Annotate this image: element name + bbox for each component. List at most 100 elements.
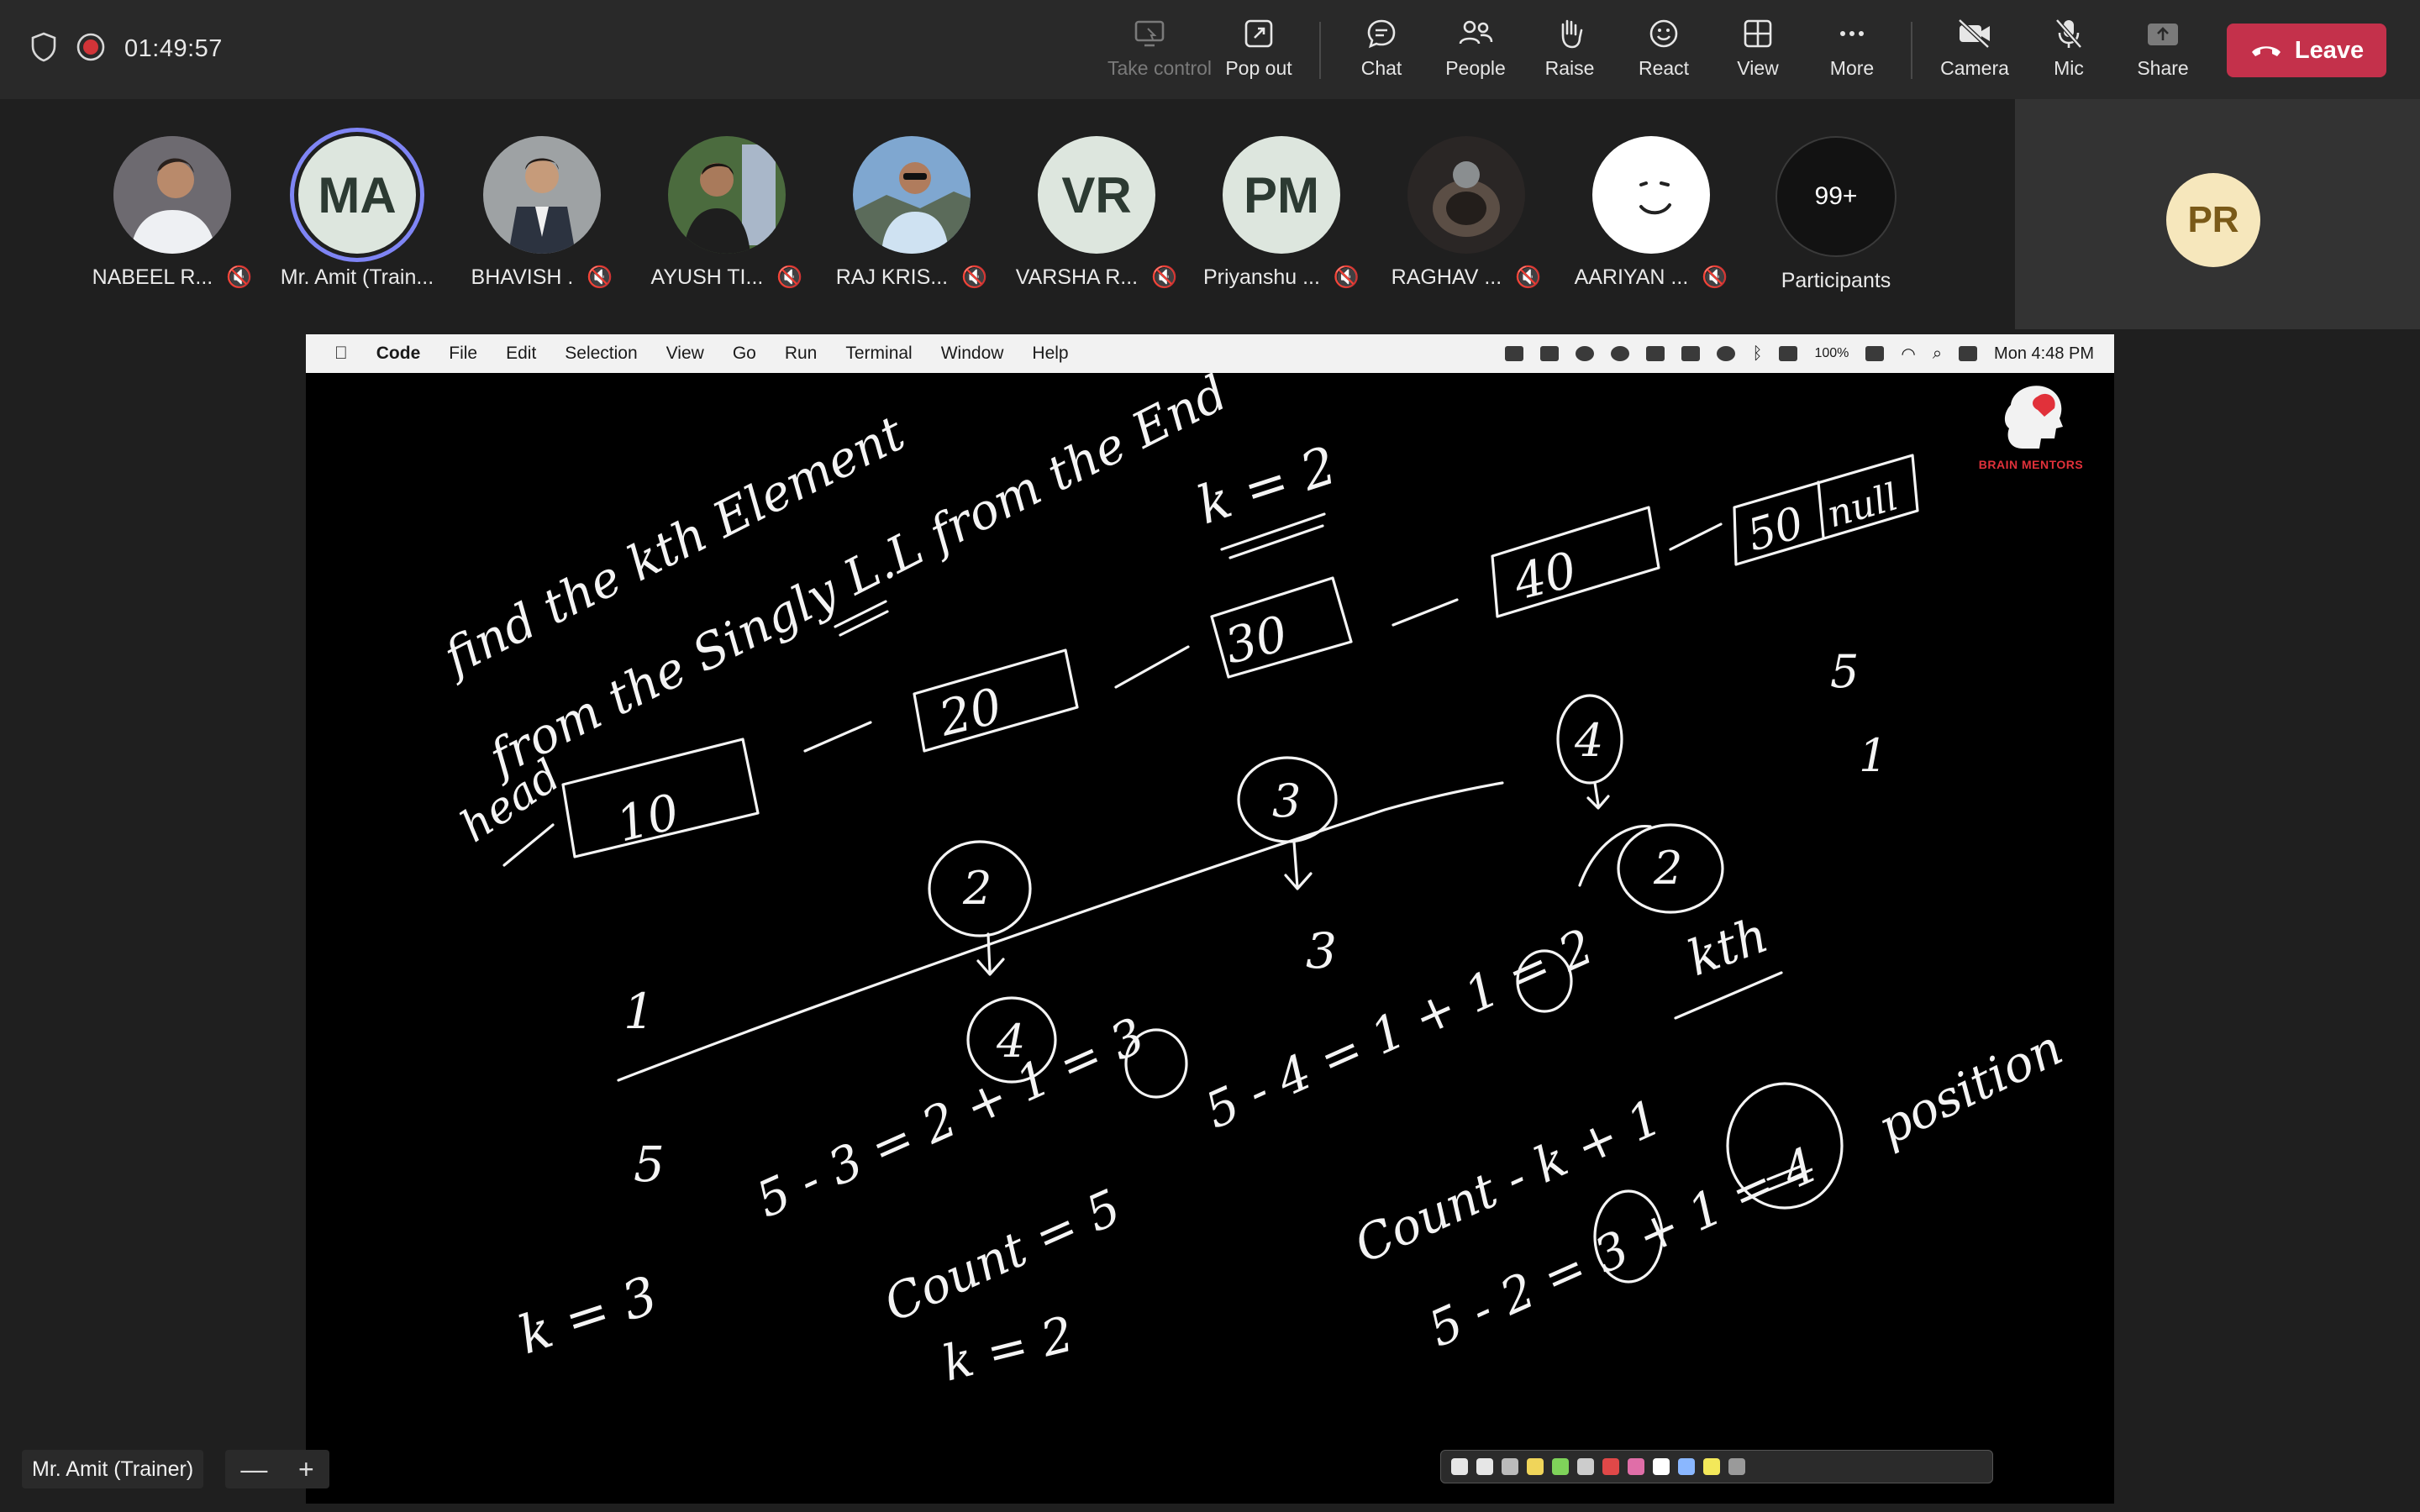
link-arrow <box>1669 522 1723 551</box>
color-tool-icon[interactable] <box>1602 1458 1619 1475</box>
people-button[interactable]: People <box>1434 17 1518 80</box>
annotation-toolbar[interactable] <box>1440 1450 1993 1483</box>
circled-number: 3 <box>1237 756 1338 890</box>
participant-name: RAGHAV ... <box>1391 265 1502 289</box>
mic-label: Mic <box>2054 57 2084 79</box>
participant-tile[interactable]: MA Mr. Amit (Train... <box>269 136 445 290</box>
position-label: position <box>1869 1019 2071 1157</box>
participant-name: AYUSH TI... <box>650 265 764 289</box>
marker-tool-icon[interactable] <box>1552 1458 1569 1475</box>
linked-list-node: 20 <box>913 648 1079 753</box>
mic-muted-icon: 🔇 <box>961 265 988 289</box>
sticky-note-icon[interactable] <box>1703 1458 1720 1475</box>
search-icon: ⌕ <box>1932 344 1943 363</box>
shield-icon <box>30 32 57 66</box>
linked-list-node: 50 null <box>1733 454 1919 566</box>
highlighter-tool-icon[interactable] <box>1527 1458 1544 1475</box>
pop-out-label: Pop out <box>1225 57 1292 79</box>
kth-label: kth <box>1681 906 1776 987</box>
battery-percent: 100% <box>1814 346 1849 360</box>
participant-tile[interactable]: PM Priyanshu ... 🔇 <box>1193 136 1370 290</box>
leave-button[interactable]: Leave <box>2227 24 2386 77</box>
participant-tile[interactable]: RAGHAV ... 🔇 <box>1378 136 1555 290</box>
battery-icon <box>1865 346 1885 361</box>
take-control-label: Take control <box>1107 57 1213 79</box>
status-icon <box>1576 346 1595 361</box>
side-note: 5 <box>1830 645 1859 698</box>
whiteboard: find the kth Element from the Singly L.L… <box>432 373 2071 1393</box>
participant-tile[interactable]: AARIYAN ... 🔇 <box>1563 136 1739 290</box>
take-control-button[interactable]: Take control <box>1107 17 1213 80</box>
zoom-out-button[interactable]: — <box>240 1454 267 1485</box>
participant-tile[interactable]: RAJ KRIS... 🔇 <box>823 136 1000 290</box>
line-tool-icon[interactable] <box>1678 1458 1695 1475</box>
view-button[interactable]: View <box>1716 17 1800 80</box>
avatar-initials: MA <box>318 166 397 223</box>
circled-value: 2 <box>1653 842 1682 895</box>
camera-label: Camera <box>1940 57 2009 79</box>
share-button[interactable]: Share <box>2121 17 2205 80</box>
menu-item: View <box>652 344 704 363</box>
cursor-tool-icon[interactable] <box>1451 1458 1468 1475</box>
participant-tile[interactable]: BHAVISH . 🔇 <box>454 136 630 290</box>
participant-tile[interactable]: VR VARSHA R... 🔇 <box>1008 136 1185 290</box>
zoom-in-button[interactable]: + <box>298 1454 314 1485</box>
bluetooth-icon: ᛒ <box>1752 344 1763 363</box>
zoom-controls: — + <box>225 1450 329 1488</box>
mic-button[interactable]: Mic <box>2027 17 2111 80</box>
wifi-icon: ◠ <box>1901 344 1916 364</box>
status-icon <box>1505 346 1524 361</box>
linked-list-node: 30 <box>1210 576 1353 679</box>
mic-muted-icon: 🔇 <box>1151 265 1178 289</box>
mic-muted-icon: 🔇 <box>1515 265 1542 289</box>
pen-tool-icon[interactable] <box>1502 1458 1518 1475</box>
avatar-initials: VR <box>1061 166 1132 223</box>
settings-gear-icon[interactable] <box>1728 1458 1745 1475</box>
more-button[interactable]: More <box>1810 17 1894 80</box>
display-icon <box>1681 346 1701 361</box>
node-value: 40 <box>1507 541 1582 612</box>
raise-hand-button[interactable]: Raise <box>1528 17 1612 80</box>
participant-tile[interactable]: AYUSH TI... 🔇 <box>639 136 815 290</box>
participant-name: RAJ KRIS... <box>835 265 949 289</box>
participants-overflow-button[interactable]: 99+ Participants <box>1748 136 1924 293</box>
side-note: 1 <box>1859 729 1887 782</box>
menu-item: File <box>435 344 477 363</box>
self-view-tile[interactable]: PR <box>2015 99 2420 329</box>
meeting-toolbar: 01:49:57 Take control Pop out Chat Peopl… <box>0 0 2420 99</box>
node-value: 30 <box>1219 605 1293 675</box>
pointer-tool-icon[interactable] <box>1476 1458 1493 1475</box>
status-icon <box>1540 346 1560 361</box>
menu-item: Window <box>927 344 1004 363</box>
chat-button[interactable]: Chat <box>1339 17 1423 80</box>
camera-off-icon <box>1958 18 1990 49</box>
circled-number: 4 <box>1556 694 1623 810</box>
menu-clock: Mon 4:48 PM <box>1994 344 2094 363</box>
avatar <box>853 136 971 254</box>
participant-tile[interactable]: NABEEL R... 🔇 <box>84 136 260 290</box>
participants-label: Participants <box>1781 269 1891 292</box>
text-tool-icon[interactable] <box>1577 1458 1594 1475</box>
menu-item: Help <box>1018 344 1068 363</box>
react-button[interactable]: React <box>1622 17 1706 80</box>
circled-value: 4 <box>1574 714 1603 767</box>
eraser-tool-icon[interactable] <box>1628 1458 1644 1475</box>
shared-screen:  Code File Edit Selection View Go Run T… <box>306 334 2114 1504</box>
link-arrow <box>1392 598 1459 627</box>
partial-circle <box>1578 824 1652 887</box>
participant-name: VARSHA R... <box>1015 265 1139 289</box>
circled-number: 2 <box>928 840 1032 976</box>
camera-button[interactable]: Camera <box>1933 17 2017 80</box>
input-source-icon <box>1779 346 1798 361</box>
chat-label: Chat <box>1360 57 1402 79</box>
avatar: MA <box>298 136 416 254</box>
k3-label: k = 3 <box>511 1264 665 1366</box>
mic-muted-icon: 🔇 <box>587 265 613 289</box>
avatar <box>668 136 786 254</box>
headphones-icon <box>1717 346 1736 361</box>
underline-stroke <box>1674 971 1783 1020</box>
k-top: k = 2 <box>1190 434 1344 536</box>
avatar <box>1592 136 1710 254</box>
pop-out-button[interactable]: Pop out <box>1217 17 1301 80</box>
shape-tool-icon[interactable] <box>1653 1458 1670 1475</box>
